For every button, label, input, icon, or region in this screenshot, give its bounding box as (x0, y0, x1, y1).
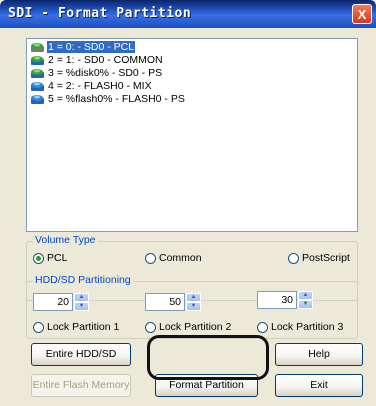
radio-postscript[interactable]: PostScript (288, 252, 350, 264)
partition-item-label: 5 = %flash0% - FLASH0 - PS (48, 93, 185, 105)
radio-postscript-indicator (288, 252, 299, 264)
radio-common-label: Common (159, 252, 202, 264)
radio-postscript-label: PostScript (302, 252, 350, 264)
flash-icon (31, 95, 44, 104)
partition-item-label: 2 = 1: - SD0 - COMMON (48, 54, 163, 66)
partition-item-label: 4 = 2: - FLASH0 - MIX (48, 80, 152, 92)
partition-item-label: 1 = 0: - SD0 - PCL (47, 41, 136, 53)
radio-common[interactable]: Common (145, 252, 202, 264)
spin-up-icon[interactable]: ▲ (74, 293, 89, 302)
volume-type-title: Volume Type (33, 234, 98, 246)
partition-item-label: 3 = %disk0% - SD0 - PS (48, 67, 163, 79)
partition-1-arrows[interactable]: ▲ ▼ (74, 293, 89, 311)
spin-down-icon[interactable]: ▼ (74, 302, 89, 311)
spin-up-icon[interactable]: ▲ (298, 291, 313, 300)
partition-2-arrows[interactable]: ▲ ▼ (186, 293, 201, 311)
partition-item-3[interactable]: 3 = %disk0% - SD0 - PS (27, 67, 357, 80)
partition-list[interactable]: 1 = 0: - SD0 - PCL 2 = 1: - SD0 - COMMON… (26, 38, 358, 232)
title-bar: SDI - Format Partition X (0, 0, 376, 28)
window-title: SDI - Format Partition (8, 6, 192, 21)
drive-icon (31, 56, 44, 65)
partition-3-stepper[interactable]: 30 ▲ ▼ (257, 291, 313, 309)
partition-item-2[interactable]: 2 = 1: - SD0 - COMMON (27, 54, 357, 67)
lock-partition-2-indicator (145, 321, 156, 333)
lock-partition-2-label: Lock Partition 2 (159, 321, 232, 333)
radio-pcl[interactable]: PCL (33, 252, 67, 264)
format-partition-button[interactable]: Format Partition (155, 374, 258, 397)
lock-partition-1-label: Lock Partition 1 (47, 321, 120, 333)
help-button[interactable]: Help (275, 343, 363, 366)
partition-3-field[interactable]: 30 (257, 291, 297, 309)
dialog-client: 1 = 0: - SD0 - PCL 2 = 1: - SD0 - COMMON… (0, 28, 376, 406)
partitioning-group: HDD/SD Partitioning 20 ▲ ▼ 50 ▲ ▼ 30 ▲ ▼ Lo… (26, 274, 358, 339)
partition-item-4[interactable]: 4 = 2: - FLASH0 - MIX (27, 80, 357, 93)
partition-item-5[interactable]: 5 = %flash0% - FLASH0 - PS (27, 93, 357, 106)
close-button[interactable]: X (352, 4, 372, 24)
spin-up-icon[interactable]: ▲ (186, 293, 201, 302)
radio-common-indicator (145, 252, 156, 264)
spin-down-icon[interactable]: ▼ (298, 300, 313, 309)
entire-flash-button: Entire Flash Memory (31, 374, 131, 397)
drive-icon (31, 43, 44, 52)
close-icon: X (357, 7, 367, 22)
partition-2-field[interactable]: 50 (145, 293, 185, 311)
flash-icon (31, 82, 44, 91)
lock-partition-3-label: Lock Partition 3 (271, 321, 344, 333)
partition-1-field[interactable]: 20 (33, 293, 73, 311)
lock-partition-1[interactable]: Lock Partition 1 (33, 321, 119, 333)
entire-hdd-button[interactable]: Entire HDD/SD (31, 343, 131, 366)
partition-1-stepper[interactable]: 20 ▲ ▼ (33, 293, 89, 311)
lock-partition-3-indicator (257, 321, 268, 333)
lock-partition-1-indicator (33, 321, 44, 333)
lock-partition-3[interactable]: Lock Partition 3 (257, 321, 343, 333)
exit-button[interactable]: Exit (275, 374, 363, 397)
radio-pcl-label: PCL (47, 252, 68, 264)
lock-partition-2[interactable]: Lock Partition 2 (145, 321, 231, 333)
spin-down-icon[interactable]: ▼ (186, 302, 201, 311)
partition-2-stepper[interactable]: 50 ▲ ▼ (145, 293, 201, 311)
partition-3-arrows[interactable]: ▲ ▼ (298, 291, 313, 309)
radio-pcl-indicator (33, 252, 44, 264)
partition-item-1[interactable]: 1 = 0: - SD0 - PCL (27, 41, 357, 54)
partitioning-title: HDD/SD Partitioning (33, 274, 133, 286)
drive-icon (31, 69, 44, 78)
